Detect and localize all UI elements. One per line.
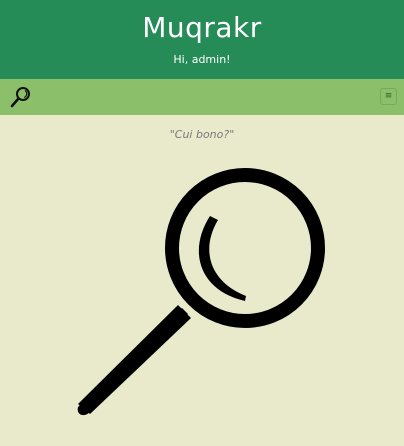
hamburger-menu-icon: ≡ <box>384 91 393 101</box>
quote-text: "Cui bono?" <box>169 128 235 141</box>
magnifying-glass-icon <box>10 87 30 108</box>
magnifying-glass-icon <box>77 168 325 416</box>
search-button[interactable] <box>8 85 34 111</box>
menu-button[interactable]: ≡ <box>380 88 397 105</box>
toolbar: ≡ <box>0 79 404 115</box>
app-title: Muqrakr <box>142 11 262 44</box>
app-header: Muqrakr Hi, admin! <box>0 0 404 79</box>
user-greeting: Hi, admin! <box>173 53 231 66</box>
